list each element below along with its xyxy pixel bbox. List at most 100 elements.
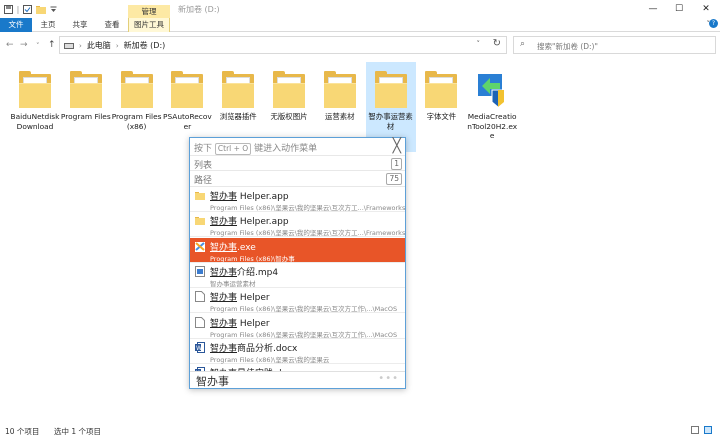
result-item[interactable]: 智办事 Helper.app Program Files (x86)\坚果云\我的… [190, 212, 405, 238]
address-bar[interactable]: › 此电脑 › 新加卷 (D:) ˅ ↻ [59, 36, 507, 54]
drive-icon [64, 42, 74, 49]
tab-picture-tools[interactable]: 图片工具 [128, 18, 170, 32]
window-title: 新加卷 (D:) [178, 5, 220, 14]
query-text: 智办事 [196, 375, 229, 388]
search-placeholder: 搜索"新加卷 (D:)" [537, 42, 598, 51]
result-item[interactable]: W 智办事商品分析.docx Program Files (x86)\坚果云\我的坚… [190, 339, 405, 364]
results-list: 智办事 Helper.app Program Files (x86)\坚果云\我的… [190, 186, 405, 371]
list-category[interactable]: 列表 1 [190, 155, 405, 171]
large-icons-view-icon[interactable] [704, 426, 712, 434]
file-name: Program Files (x86) [111, 112, 162, 131]
help-icon[interactable]: ? [709, 19, 718, 28]
shortcut-key: Ctrl + O [214, 143, 252, 155]
tab-file[interactable]: 文件 [0, 18, 32, 32]
file-name: 智办事运营素材 [368, 112, 413, 131]
more-options-icon[interactable]: ••• [378, 373, 399, 384]
tab-share[interactable]: 共享 [66, 18, 94, 32]
search-box[interactable]: ⌕ 搜索"新加卷 (D:)" [513, 36, 716, 54]
word-icon: W [195, 341, 205, 353]
refresh-icon[interactable]: ↻ [493, 38, 501, 49]
selection-count: 选中 1 个项目 [54, 427, 102, 436]
query-input[interactable]: 智办事 ••• [190, 371, 405, 388]
breadcrumb-this-pc[interactable]: 此电脑 [87, 40, 111, 51]
result-name: 智办事 Helper.app [210, 217, 289, 228]
file-name: PSAutoRecover [163, 112, 212, 131]
minimize-button[interactable]: — [640, 0, 666, 18]
file-item[interactable]: 无版权图片 [264, 62, 314, 122]
close-icon[interactable]: ╳ [393, 138, 401, 154]
item-count: 10 个项目 [5, 427, 40, 436]
file-name: Program Files [60, 112, 111, 121]
result-name: 智办事 Helper [210, 293, 270, 304]
up-arrow-icon[interactable]: ↑ [48, 40, 56, 50]
folder-icon [17, 68, 53, 110]
result-name: 智办事 Helper.app [210, 192, 289, 202]
video-icon [195, 265, 205, 277]
path-category[interactable]: 路径 75 [190, 170, 405, 186]
exe-icon [195, 241, 205, 252]
file-name: 浏览器插件 [219, 112, 257, 121]
file-name: 无版权图片 [270, 112, 308, 121]
folder-icon [195, 215, 205, 226]
folder-icon [68, 68, 104, 110]
result-item[interactable]: 智办事 Helper Program Files (x86)\坚果云\我的坚果云\… [190, 314, 405, 339]
file-item[interactable]: Program Files (x86) [112, 62, 162, 131]
folder-icon [322, 68, 358, 110]
result-item[interactable]: 智办事.exe Program Files (x86)\智办事 [190, 237, 405, 263]
breadcrumb-drive-d[interactable]: 新加卷 (D:) [124, 40, 166, 51]
result-path: Program Files (x86)\智办事 [210, 254, 295, 263]
tab-view[interactable]: 查看 [98, 18, 126, 32]
folder-icon [423, 68, 459, 110]
file-name: 运营素材 [325, 112, 355, 121]
results-scrollbar[interactable] [402, 186, 405, 371]
recent-locations-icon[interactable]: ˅ [36, 42, 40, 50]
file-item[interactable]: PSAutoRecover [162, 62, 212, 131]
title-bar: | 管理 新加卷 (D:) — ☐ ✕ [0, 0, 720, 18]
ribbon-tabs: 文件 主页 共享 查看 图片工具 ˅ ? [0, 18, 720, 32]
launcher-popup: 按下 Ctrl + O 键进入动作菜单 ╳ 列表 1 路径 75 智办事 Hel… [189, 137, 406, 389]
installer-icon [474, 68, 510, 110]
folder-icon [119, 68, 155, 110]
result-path: Program Files (x86)\坚果云\我的坚果云\互次方工作\...\… [210, 330, 398, 339]
forward-arrow-icon[interactable]: → [20, 40, 28, 50]
svg-text:W: W [196, 345, 202, 352]
save-icon[interactable] [4, 3, 13, 15]
folder-icon[interactable] [36, 3, 46, 15]
file-item[interactable]: MediaCreationTool20H2.exe [467, 62, 517, 141]
folder-icon [373, 68, 409, 110]
details-view-icon[interactable] [691, 426, 699, 434]
tab-home[interactable]: 主页 [34, 18, 62, 32]
breadcrumb-separator: › [79, 41, 82, 50]
list-count-badge: 1 [391, 158, 402, 170]
file-item[interactable]: Program Files [61, 62, 111, 122]
result-path: 智办事运营素材 [210, 279, 256, 288]
file-icon [195, 316, 205, 328]
tab-manage[interactable]: 管理 [128, 5, 170, 18]
status-bar: 10 个项目 选中 1 个项目 [0, 422, 720, 438]
file-item[interactable]: 浏览器插件 [213, 62, 263, 122]
path-count-badge: 75 [386, 173, 402, 185]
hint-prefix: 按下 [194, 144, 213, 154]
folder-icon [169, 68, 205, 110]
file-item[interactable]: 字体文件 [416, 62, 466, 122]
result-name: 智办事 Helper [210, 318, 270, 329]
result-name: 智办事商品分析.docx [210, 343, 298, 354]
file-item[interactable]: BaiduNetdiskDownload [10, 62, 60, 131]
result-item[interactable]: W智办事最佳实践.docx [190, 364, 405, 371]
result-item[interactable]: 智办事 Helper Program Files (x86)\坚果云\我的坚果云\… [190, 288, 405, 314]
maximize-button[interactable]: ☐ [666, 0, 692, 18]
back-arrow-icon[interactable]: ← [6, 40, 14, 50]
address-dropdown-icon[interactable]: ˅ [477, 40, 481, 48]
file-name: MediaCreationTool20H2.exe [467, 112, 518, 140]
breadcrumb-separator: › [115, 41, 119, 50]
file-item[interactable]: 运营素材 [315, 62, 365, 122]
dropdown-icon[interactable] [49, 3, 57, 15]
folder-icon [220, 68, 256, 110]
file-icon [195, 291, 205, 303]
result-item[interactable]: 智办事介绍.mp4 智办事运营素材 [190, 263, 405, 288]
file-item[interactable]: 智办事运营素材 [365, 62, 416, 152]
result-item[interactable]: 智办事 Helper.app Program Files (x86)\坚果云\我的… [190, 187, 405, 212]
close-button[interactable]: ✕ [693, 0, 719, 18]
checkbox-icon[interactable] [23, 3, 32, 15]
file-name: 字体文件 [426, 112, 457, 121]
